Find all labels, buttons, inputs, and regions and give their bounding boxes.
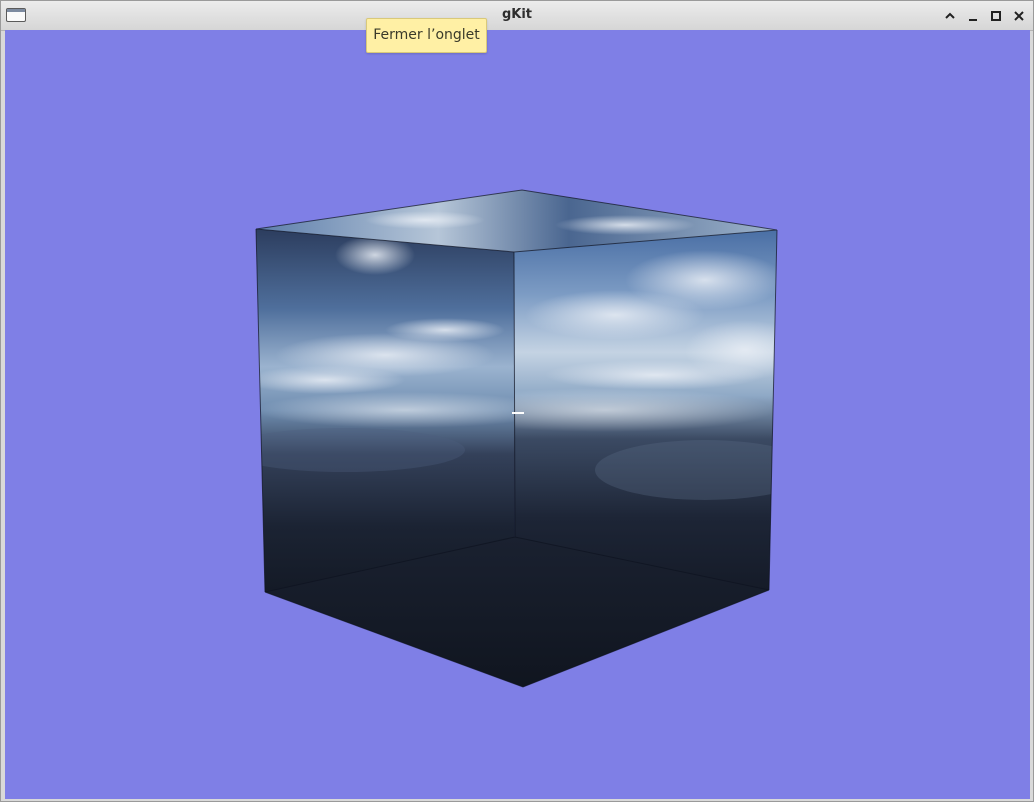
close-icon <box>1014 11 1024 21</box>
close-button[interactable] <box>1009 6 1029 26</box>
minimize-icon <box>969 19 977 21</box>
shade-button[interactable] <box>940 6 960 26</box>
close-tab-tooltip: Fermer l’onglet <box>366 18 487 53</box>
window-title: gKit <box>501 7 533 22</box>
application-window: gKit Fermer l’onglet <box>0 0 1034 802</box>
maximize-button[interactable] <box>986 6 1006 26</box>
minimize-button[interactable] <box>963 6 983 26</box>
render-viewport[interactable] <box>5 30 1030 799</box>
chevron-up-icon <box>945 12 955 19</box>
maximize-icon <box>991 11 1001 21</box>
cloud-top-1 <box>365 211 485 229</box>
skybox-cube-render <box>255 189 778 688</box>
cloud-top-2 <box>555 215 695 235</box>
title-bar[interactable]: gKit <box>1 1 1033 31</box>
